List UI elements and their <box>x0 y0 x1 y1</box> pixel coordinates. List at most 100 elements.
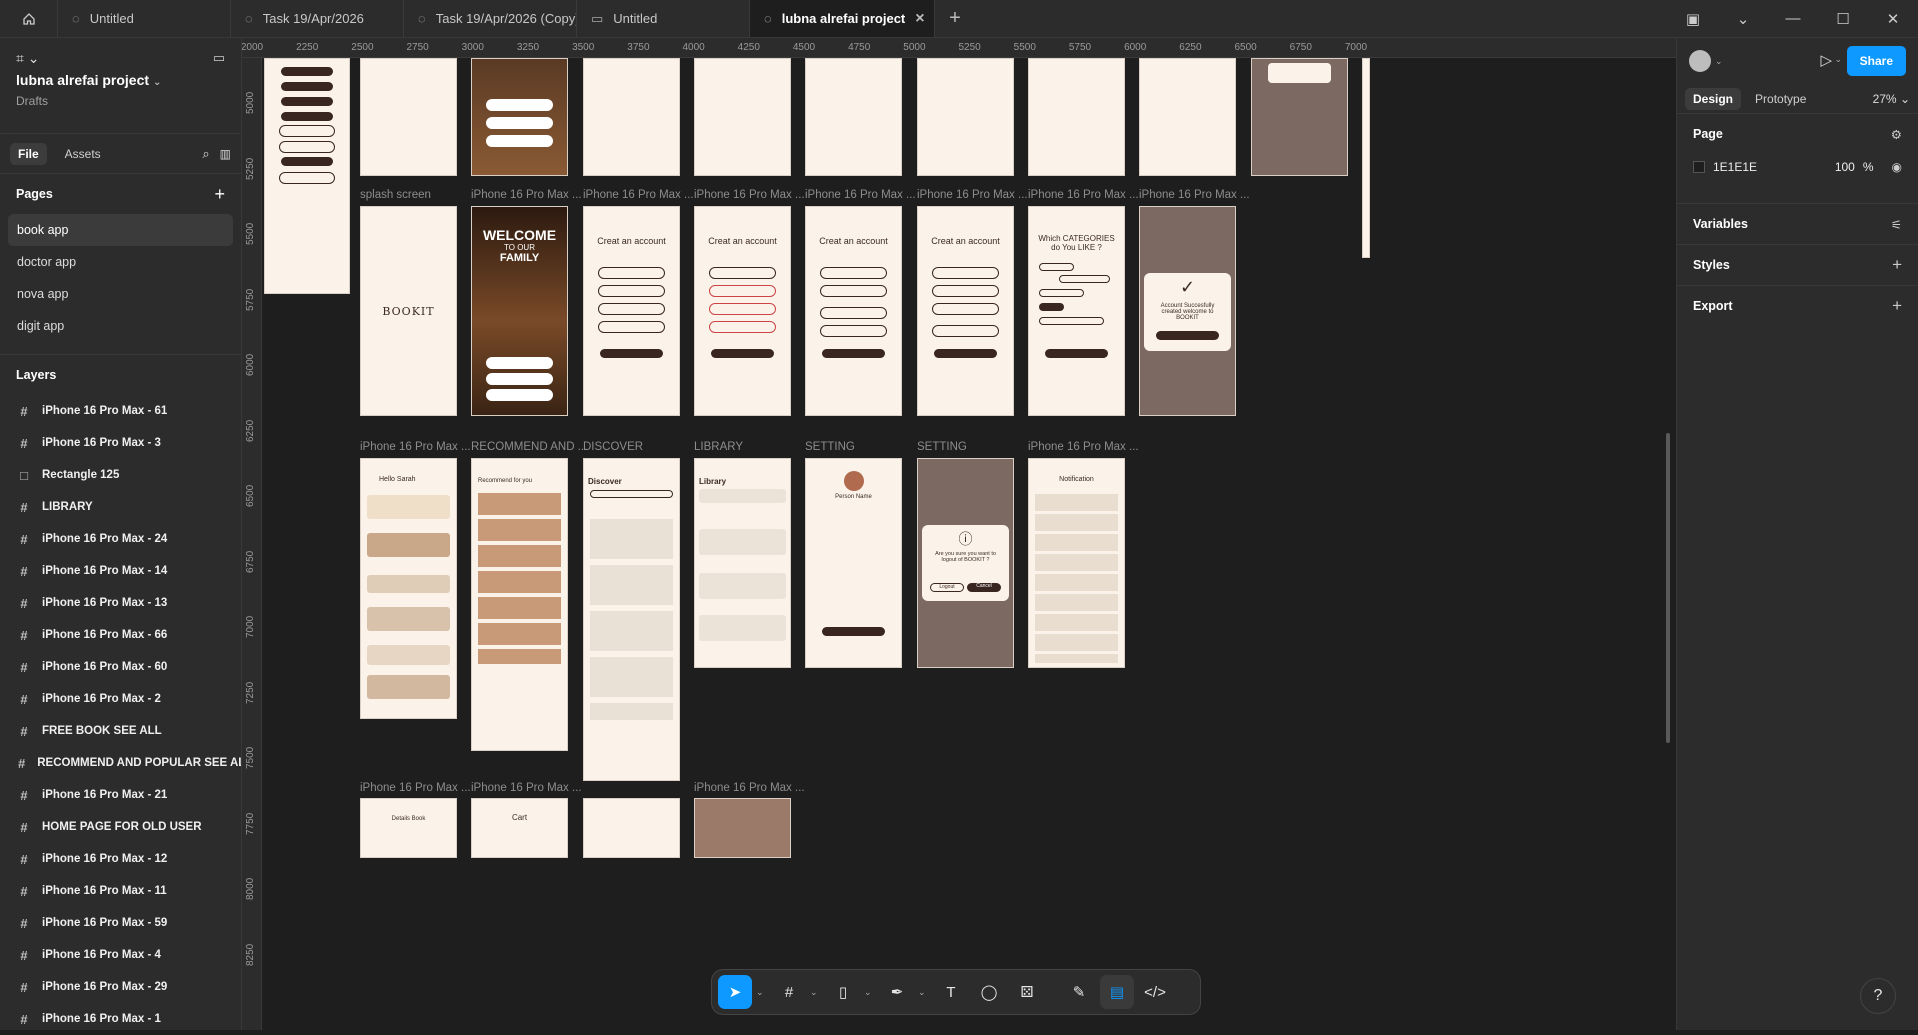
frame-account-success[interactable]: ✓ Account Succesfully created welcome to… <box>1139 206 1236 416</box>
frame-row1[interactable] <box>1139 58 1236 176</box>
page-opacity-value[interactable]: 100 <box>1835 160 1855 174</box>
page-color-row[interactable]: 1E1E1E 100 % ◉ <box>1693 154 1902 180</box>
frame-welcome[interactable]: WELCOME TO OUR FAMILY <box>471 206 568 416</box>
frame-create-account[interactable]: Creat an account <box>583 206 680 416</box>
actions-button[interactable]: ⚄ <box>1010 975 1044 1009</box>
close-icon[interactable]: × <box>915 10 924 28</box>
main-menu-icon[interactable]: ⌗ ⌄ <box>16 50 40 67</box>
frame-setting-logout[interactable]: ⓘ Are you sure you want to logout of BOO… <box>917 458 1014 668</box>
layer-item[interactable]: # RECOMMEND AND POPULAR SEE ALL <box>0 747 241 779</box>
chevron-down-icon[interactable]: ⌄ <box>810 987 822 998</box>
layer-item[interactable]: # iPhone 16 Pro Max - 11 <box>0 875 241 907</box>
chevron-down-icon[interactable]: ⌄ <box>1718 10 1768 28</box>
frame-tool-button[interactable]: # <box>772 975 806 1009</box>
layer-item[interactable]: # LIBRARY <box>0 491 241 523</box>
maximize-button[interactable]: ☐ <box>1818 10 1868 28</box>
variables-icon[interactable]: ⚟ <box>1891 217 1902 232</box>
layer-item[interactable]: # iPhone 16 Pro Max - 59 <box>0 907 241 939</box>
layer-item[interactable]: # iPhone 16 Pro Max - 60 <box>0 651 241 683</box>
add-export-icon[interactable]: + <box>1892 296 1902 316</box>
add-style-icon[interactable]: + <box>1892 255 1902 275</box>
tab-assets[interactable]: Assets <box>57 143 109 165</box>
layer-item[interactable]: # iPhone 16 Pro Max - 66 <box>0 619 241 651</box>
layer-item[interactable]: # HOME PAGE FOR OLD USER <box>0 811 241 843</box>
tab-task-copy[interactable]: ◌ Task 19/Apr/2026 (Copy) <box>404 0 577 37</box>
tab-untitled-1[interactable]: ◌ Untitled <box>58 0 231 37</box>
frame-row1[interactable] <box>917 58 1014 176</box>
color-swatch[interactable] <box>1693 161 1705 173</box>
draw-mode-button[interactable]: ✎ <box>1062 975 1096 1009</box>
frame-home[interactable]: Hello Sarah <box>360 458 457 719</box>
minimize-button[interactable]: — <box>1768 10 1818 27</box>
frame-setting[interactable]: Person Name <box>805 458 902 668</box>
frame-row1[interactable] <box>471 58 568 176</box>
frame-categories[interactable]: Which CATEGORIES do You LIKE ? <box>1028 206 1125 416</box>
add-page-icon[interactable]: + <box>214 184 225 205</box>
layer-item[interactable]: □ Rectangle 125 <box>0 459 241 491</box>
layer-item[interactable]: # iPhone 16 Pro Max - 14 <box>0 555 241 587</box>
frame-create-account-2[interactable]: Creat an account <box>805 206 902 416</box>
tab-task[interactable]: ◌ Task 19/Apr/2026 <box>231 0 404 37</box>
home-button[interactable] <box>0 0 58 37</box>
frame-create-account-3[interactable]: Creat an account <box>917 206 1014 416</box>
frame-row1-edge[interactable] <box>1362 58 1370 258</box>
frame-row1[interactable] <box>583 58 680 176</box>
chevron-down-icon[interactable]: ⌄ <box>918 987 930 998</box>
page-item[interactable]: digit app <box>8 310 233 342</box>
layer-item[interactable]: # iPhone 16 Pro Max - 2 <box>0 683 241 715</box>
shape-tool-button[interactable]: ▯ <box>826 975 860 1009</box>
chevron-down-icon[interactable]: ⌄ <box>756 987 768 998</box>
frame-row1[interactable] <box>1028 58 1125 176</box>
feed-icon[interactable]: ▣ <box>1668 10 1718 28</box>
tab-design[interactable]: Design <box>1685 87 1742 110</box>
frame-row4[interactable] <box>694 798 791 858</box>
sidebar-toggle-icon[interactable]: ▭ <box>213 50 225 66</box>
frame-row1[interactable] <box>694 58 791 176</box>
frame-row1[interactable] <box>805 58 902 176</box>
frame-details-book[interactable]: Details Book <box>360 798 457 858</box>
zoom-level[interactable]: 27% ⌄ <box>1873 92 1910 106</box>
project-name[interactable]: lubna alrefai project ⌄ <box>16 72 225 88</box>
avatar[interactable] <box>1689 50 1711 72</box>
eye-icon[interactable]: ◉ <box>1892 160 1902 174</box>
move-tool-button[interactable]: ➤ <box>718 975 752 1009</box>
layer-item[interactable]: # iPhone 16 Pro Max - 12 <box>0 843 241 875</box>
text-tool-button[interactable]: T <box>934 975 968 1009</box>
search-icon[interactable]: ⌕ <box>202 146 209 162</box>
tab-untitled-2[interactable]: ▭ Untitled <box>577 0 750 37</box>
layer-item[interactable]: # iPhone 16 Pro Max - 61 <box>0 395 241 427</box>
layer-item[interactable]: # iPhone 16 Pro Max - 21 <box>0 779 241 811</box>
vertical-scrollbar[interactable] <box>1666 433 1670 743</box>
pen-tool-button[interactable]: ✒ <box>880 975 914 1009</box>
page-color-value[interactable]: 1E1E1E <box>1713 160 1757 174</box>
design-mode-button[interactable]: ▤ <box>1100 975 1134 1009</box>
page-item[interactable]: doctor app <box>8 246 233 278</box>
chevron-down-icon[interactable]: ⌄ <box>864 987 876 998</box>
local-styles-icon[interactable]: ⚙ <box>1891 127 1902 142</box>
tab-project[interactable]: ◌ lubna alrefai project × <box>750 0 935 37</box>
library-icon[interactable]: ▥ <box>220 147 231 161</box>
add-tab-button[interactable]: + <box>935 0 975 37</box>
frame-row1[interactable] <box>1251 58 1348 176</box>
frame-notification[interactable]: Notification <box>1028 458 1125 668</box>
chevron-down-icon[interactable]: ⌄ <box>1715 56 1723 67</box>
frame-discover[interactable]: Discover <box>583 458 680 781</box>
frame-splash-screen[interactable]: BOOKIT <box>360 206 457 416</box>
layer-item[interactable]: # iPhone 16 Pro Max - 4 <box>0 939 241 971</box>
canvas[interactable]: 2000 2250 2500 2750 3000 3250 3500 3750 4000 4250… <box>242 38 1676 1030</box>
layer-item[interactable]: # iPhone 16 Pro Max - 1 <box>0 1003 241 1035</box>
comment-tool-button[interactable]: ◯ <box>972 975 1006 1009</box>
frame-row4[interactable] <box>583 798 680 858</box>
tab-file[interactable]: File <box>10 142 47 165</box>
layer-item[interactable]: # iPhone 16 Pro Max - 29 <box>0 971 241 1003</box>
frame-library[interactable]: Library <box>694 458 791 668</box>
frame-recommend[interactable]: Recommend for you <box>471 458 568 751</box>
page-item[interactable]: book app <box>8 214 233 246</box>
layer-item[interactable]: # iPhone 16 Pro Max - 24 <box>0 523 241 555</box>
page-item[interactable]: nova app <box>8 278 233 310</box>
frame-row1[interactable] <box>360 58 457 176</box>
frame-cart[interactable]: Cart <box>471 798 568 858</box>
help-button[interactable]: ? <box>1860 978 1896 1014</box>
layer-item[interactable]: # iPhone 16 Pro Max - 3 <box>0 427 241 459</box>
chevron-down-icon[interactable]: ⌄ <box>1834 54 1842 65</box>
